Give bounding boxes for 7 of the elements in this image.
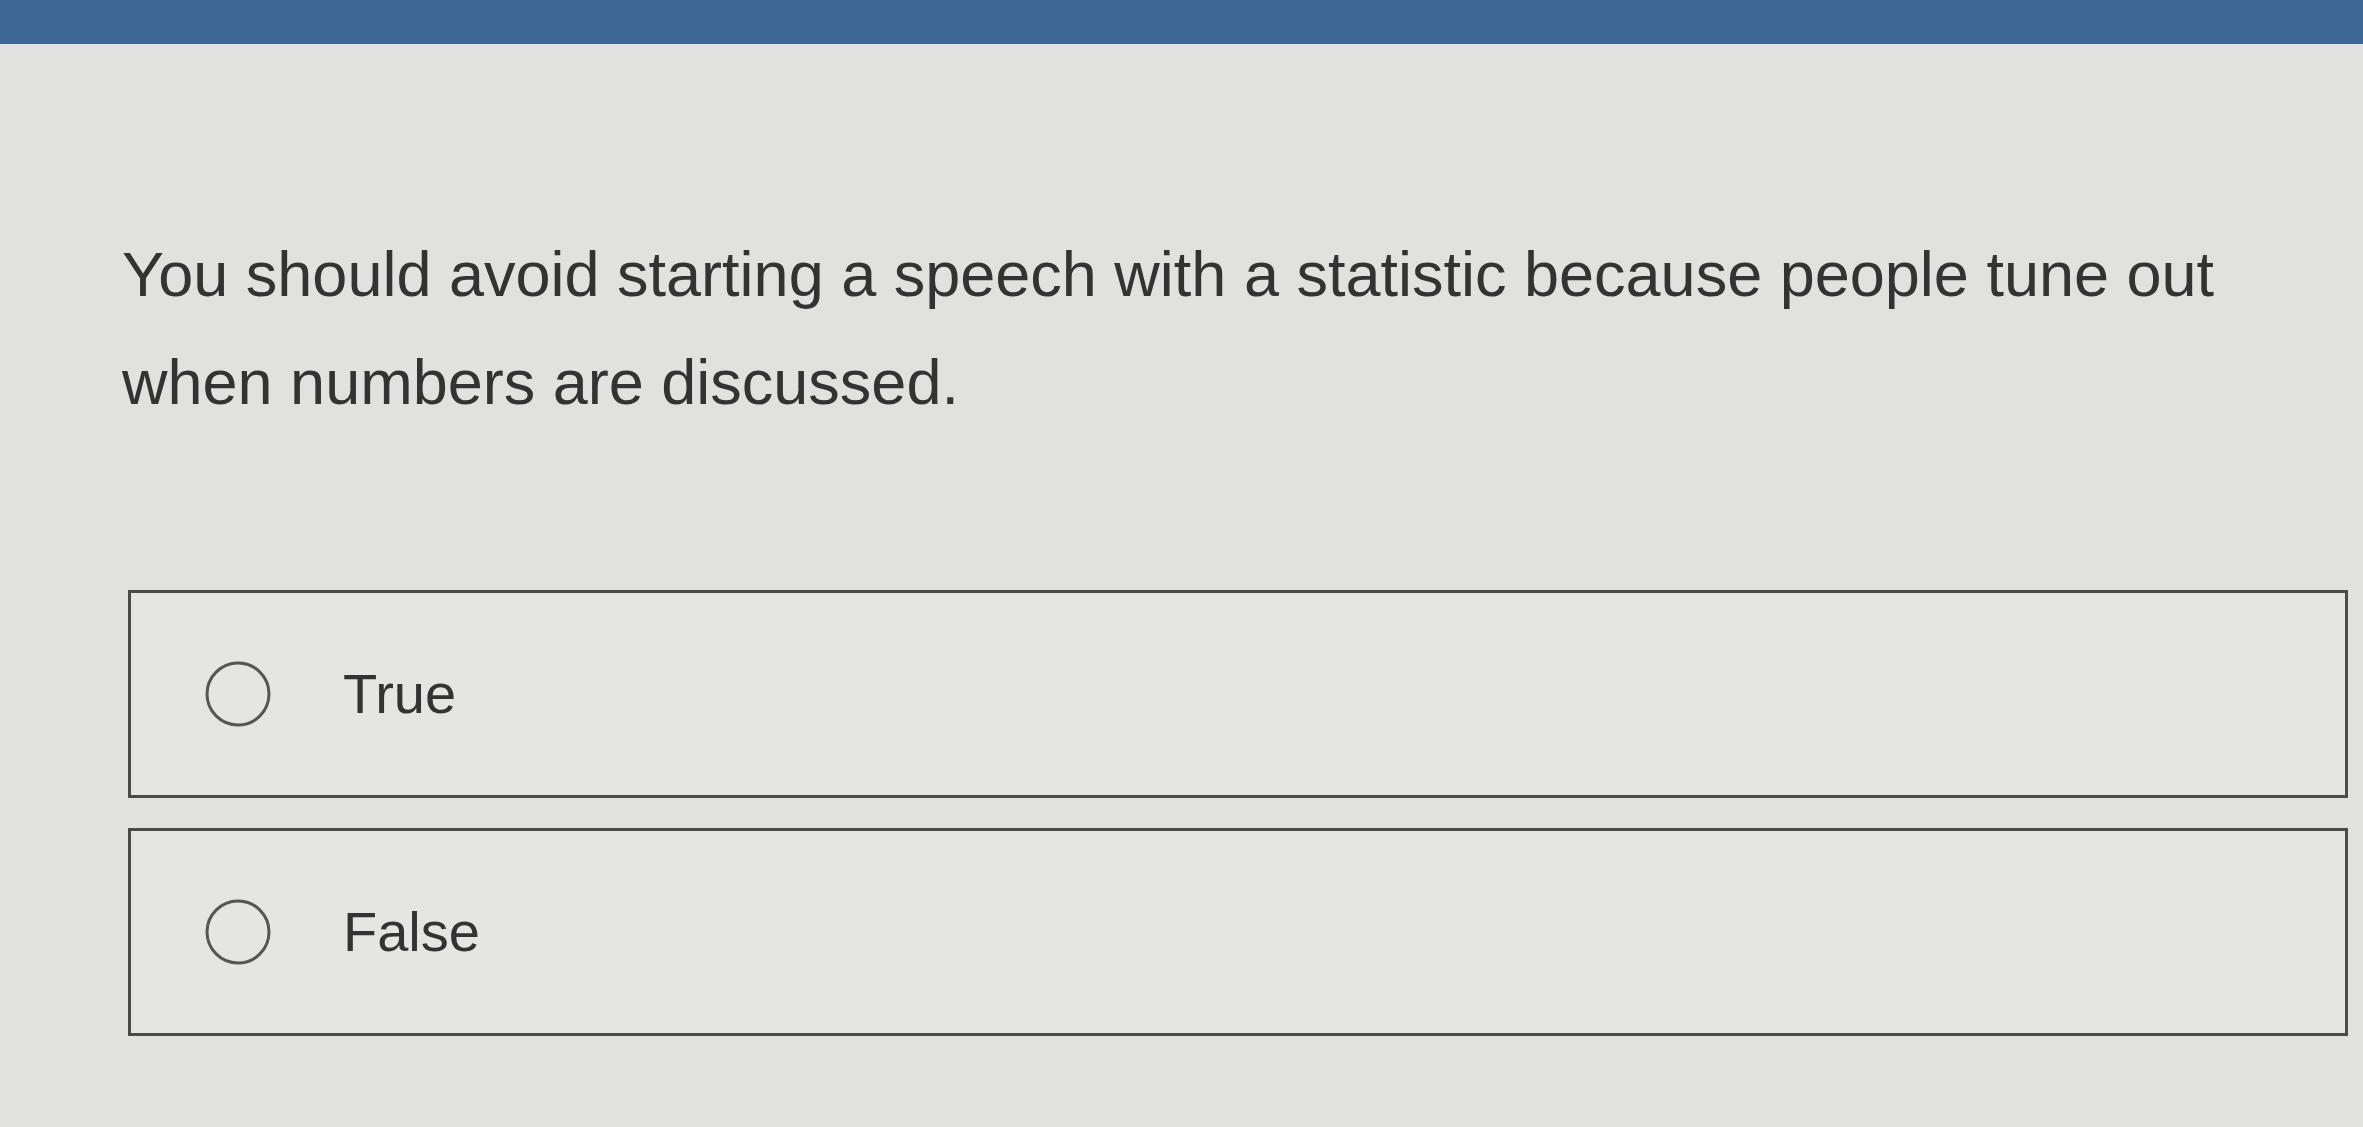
answer-option[interactable]: True	[128, 590, 2348, 798]
option-label: False	[343, 899, 480, 965]
question-text: You should avoid starting a speech with a statistic because people tune out when numbers are discussed.	[122, 238, 2216, 419]
radio-button[interactable]	[205, 661, 271, 727]
answer-option[interactable]: False	[128, 828, 2348, 1036]
radio-button[interactable]	[205, 899, 271, 965]
option-label: True	[343, 661, 457, 727]
